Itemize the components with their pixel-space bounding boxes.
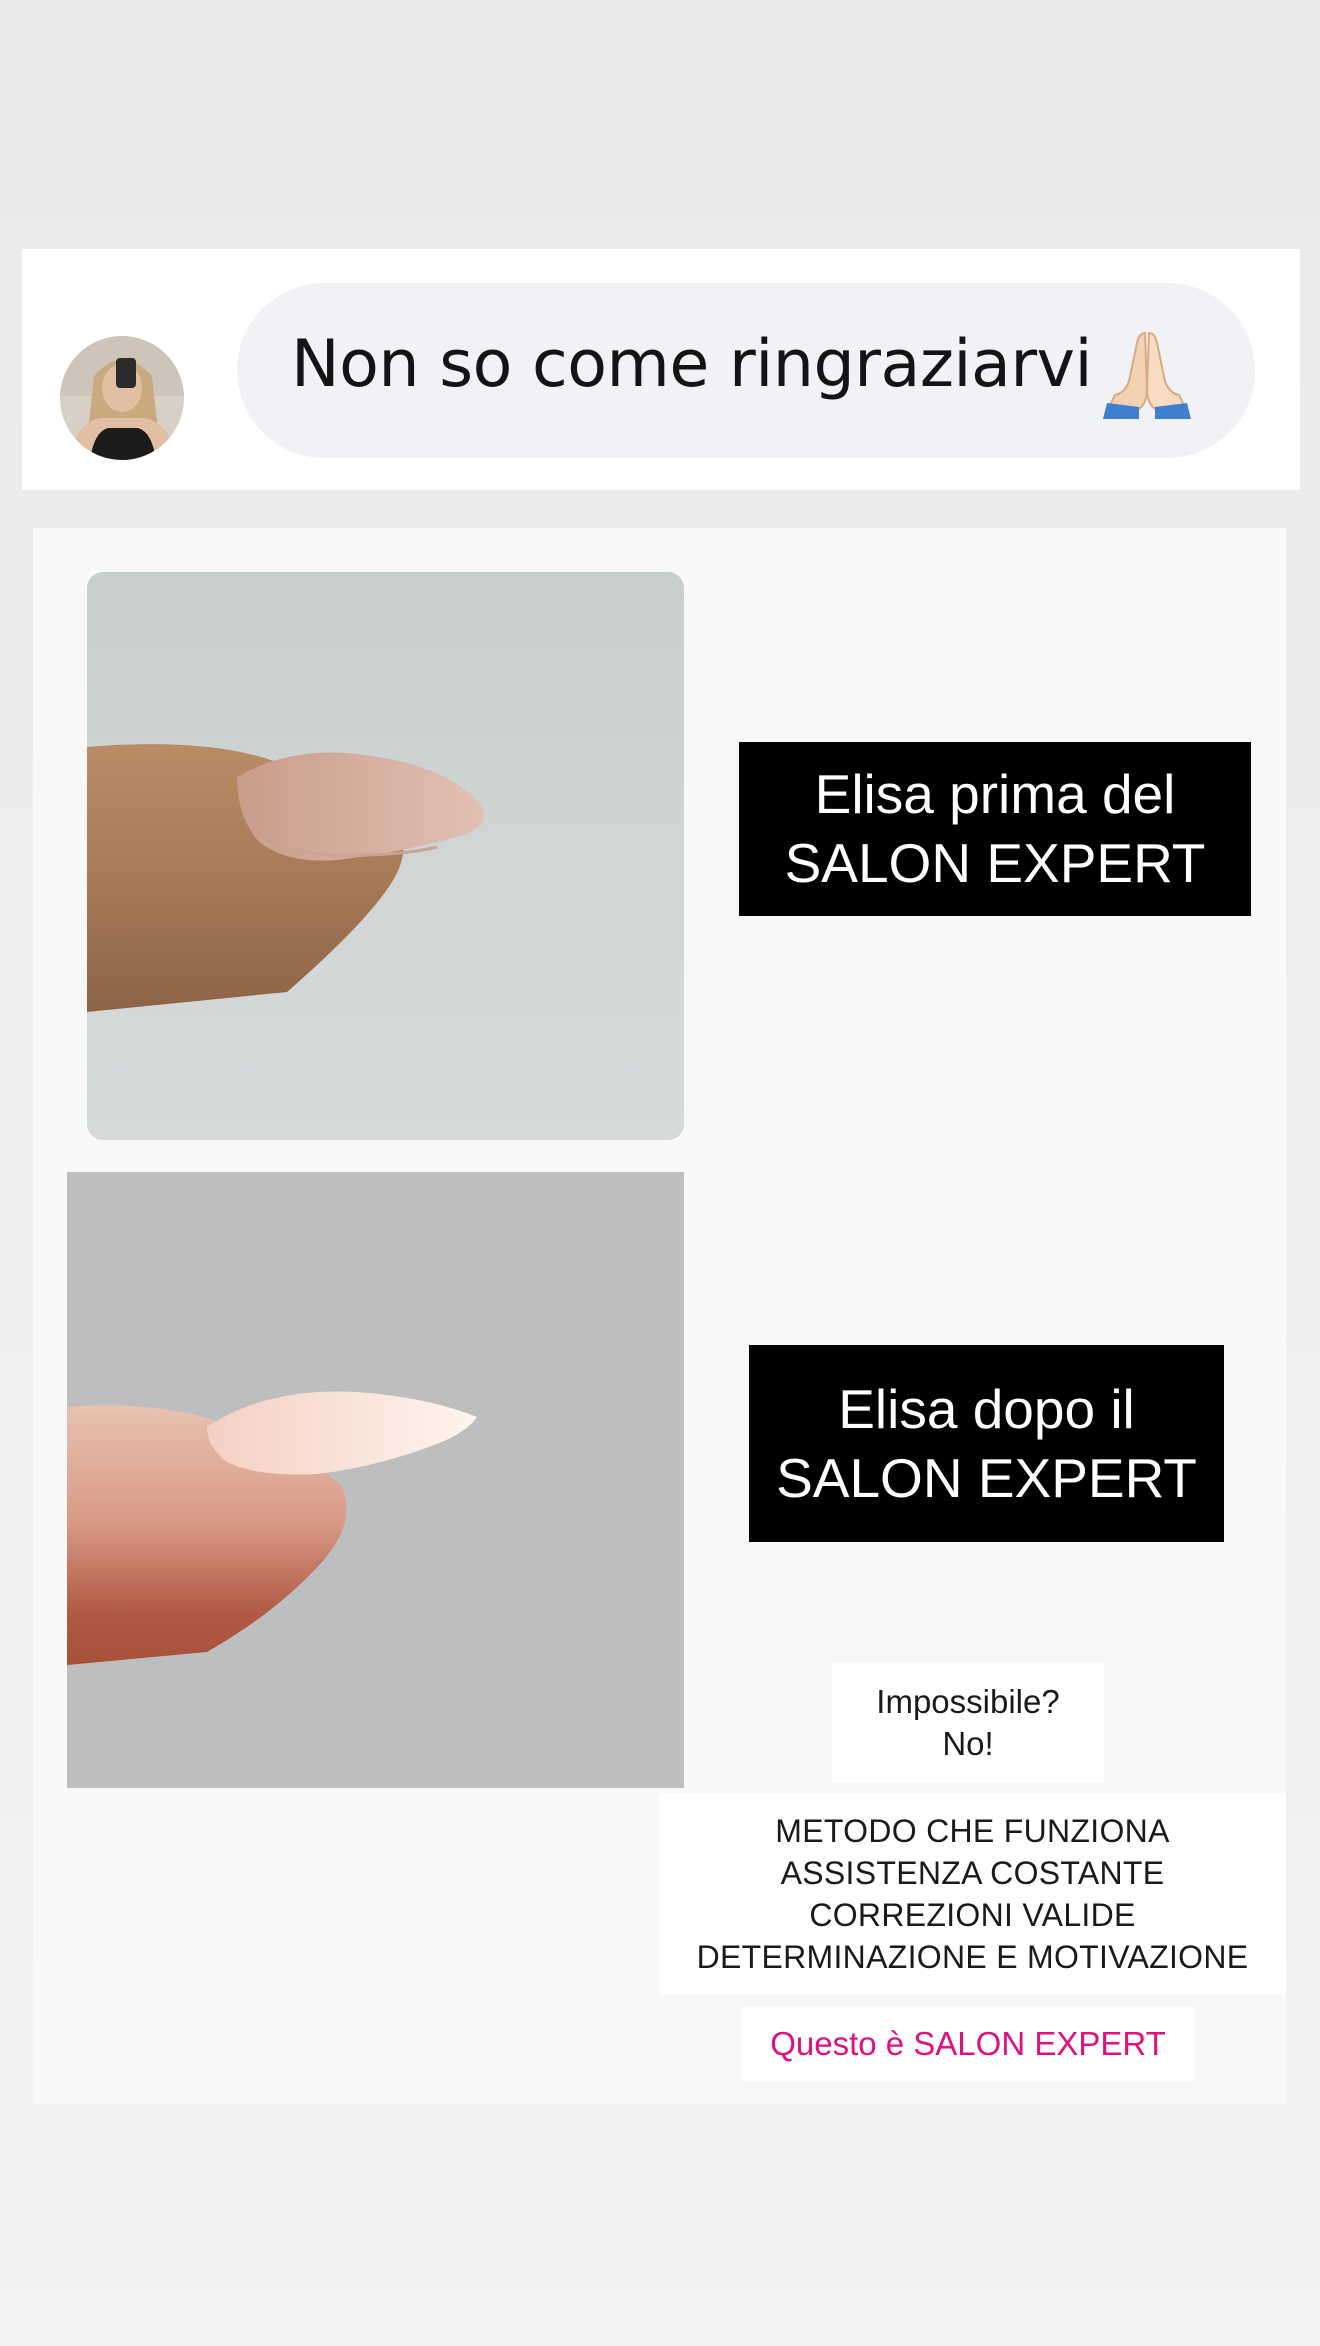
before-label-line2: SALON EXPERT [784, 832, 1206, 894]
before-nail-image [87, 572, 684, 1140]
before-label-line1: Elisa prima del [814, 763, 1176, 825]
after-label-line1: Elisa dopo il [838, 1377, 1135, 1440]
message-bubble: Non so come ringraziarvi [237, 283, 1255, 458]
after-label-line2: SALON EXPERT [776, 1446, 1197, 1509]
impossible-line2: No! [942, 1725, 994, 1762]
feature-item: CORREZIONI VALIDE [809, 1897, 1136, 1933]
impossible-box: Impossibile? No! [832, 1663, 1104, 1783]
feature-item: DETERMINAZIONE E MOTIVAZIONE [696, 1939, 1249, 1975]
before-nail-photo [87, 572, 684, 1140]
folded-hands-icon [1103, 331, 1191, 419]
feature-item: ASSISTENZA COSTANTE [780, 1855, 1165, 1891]
avatar[interactable] [60, 336, 184, 460]
impossible-line1: Impossibile? [876, 1683, 1060, 1720]
after-label: Elisa dopo il SALON EXPERT [749, 1345, 1224, 1542]
cta-text: Questo è SALON EXPERT [770, 2025, 1166, 2062]
cta-banner[interactable]: Questo è SALON EXPERT [742, 2007, 1194, 2081]
avatar-photo [60, 336, 184, 460]
features-list: METODO CHE FUNZIONA ASSISTENZA COSTANTE … [659, 1793, 1286, 1995]
before-label: Elisa prima del SALON EXPERT [739, 742, 1251, 916]
feature-item: METODO CHE FUNZIONA [775, 1813, 1170, 1849]
after-nail-photo [67, 1172, 684, 1788]
message-text: Non so come ringraziarvi [291, 327, 1093, 402]
after-nail-image [67, 1172, 684, 1788]
